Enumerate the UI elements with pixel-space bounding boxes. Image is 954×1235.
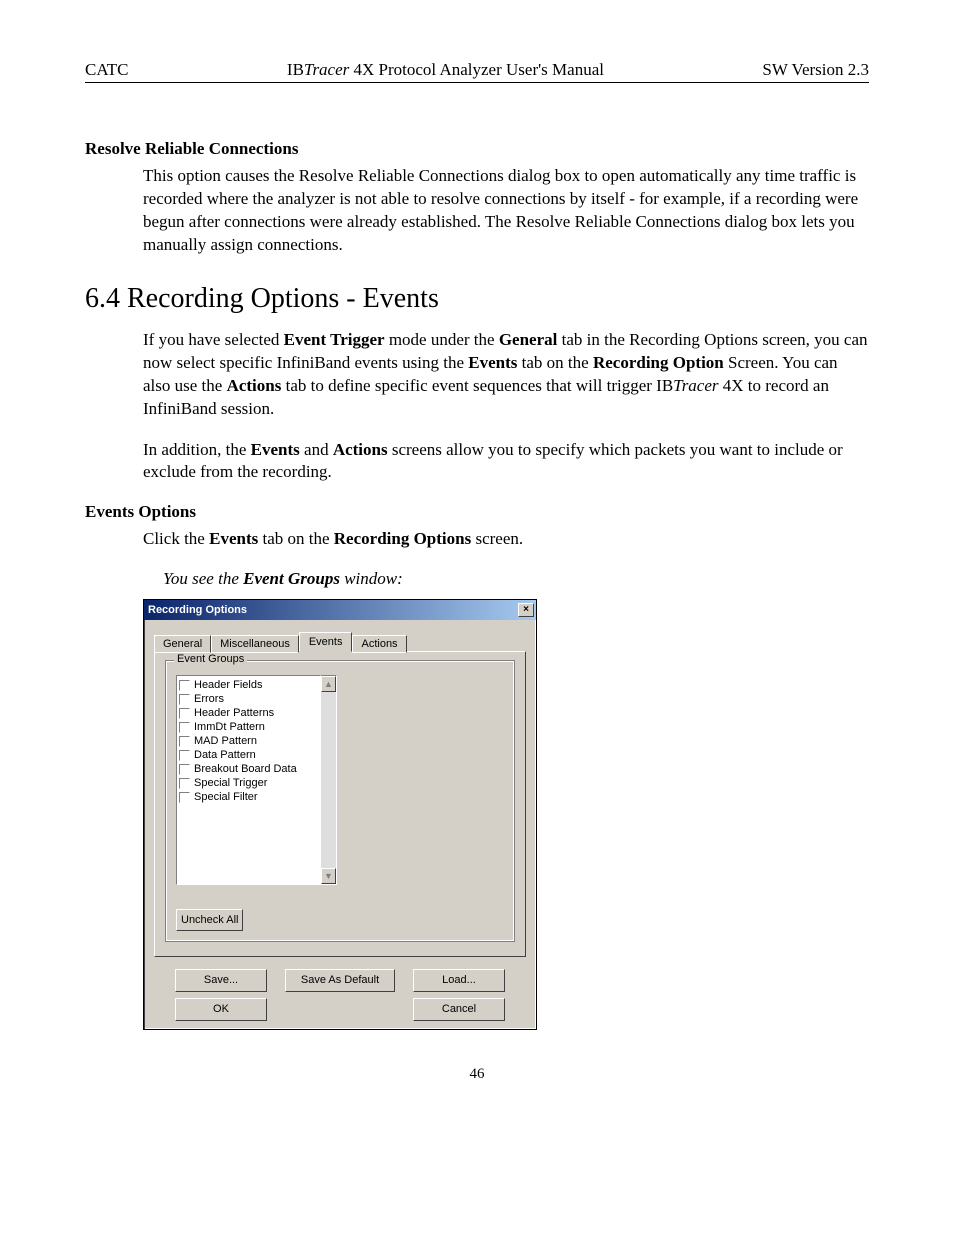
triangle-up-icon: ▲ — [324, 679, 333, 689]
header-center: IBTracer 4X Protocol Analyzer User's Man… — [287, 60, 604, 80]
list-item[interactable]: Errors — [179, 692, 318, 706]
list-item-label: Data Pattern — [194, 749, 256, 761]
close-icon: × — [523, 604, 529, 615]
triangle-down-icon: ▼ — [324, 871, 333, 881]
list-item-label: ImmDt Pattern — [194, 721, 265, 733]
scroll-down-button[interactable]: ▼ — [321, 868, 336, 884]
uncheck-all-button[interactable]: Uncheck All — [176, 909, 243, 931]
page-number: 46 — [85, 1066, 869, 1083]
tab-general[interactable]: General — [154, 635, 211, 653]
checkbox[interactable] — [179, 764, 190, 775]
list-item[interactable]: Header Fields — [179, 678, 318, 692]
checkbox[interactable] — [179, 792, 190, 803]
header-right: SW Version 2.3 — [762, 60, 869, 80]
list-item[interactable]: MAD Pattern — [179, 734, 318, 748]
event-groups-list[interactable]: Header Fields Errors Header Patterns Imm… — [176, 675, 321, 885]
rrc-body: This option causes the Resolve Reliable … — [143, 165, 869, 257]
save-button[interactable]: Save... — [175, 969, 267, 992]
checkbox[interactable] — [179, 708, 190, 719]
section-title-rrc: Resolve Reliable Connections — [85, 139, 869, 159]
scroll-up-button[interactable]: ▲ — [321, 676, 336, 692]
events-caption: You see the Event Groups window: — [163, 569, 869, 589]
scroll-track[interactable] — [321, 692, 336, 868]
list-item-label: MAD Pattern — [194, 735, 257, 747]
p64-b: In addition, the Events and Actions scre… — [143, 439, 869, 485]
close-button[interactable]: × — [518, 603, 534, 617]
tab-page-events: Event Groups Header Fields Errors Header… — [154, 651, 526, 957]
dialog-title: Recording Options — [148, 604, 247, 616]
list-item-label: Special Filter — [194, 791, 258, 803]
recording-options-dialog: Recording Options × General Miscellaneou… — [143, 599, 537, 1030]
list-item[interactable]: Special Filter — [179, 790, 318, 804]
header-left: CATC — [85, 60, 128, 80]
tab-events[interactable]: Events — [299, 632, 353, 652]
checkbox[interactable] — [179, 722, 190, 733]
events-options-body: Click the Events tab on the Recording Op… — [143, 528, 869, 551]
running-header: CATC IBTracer 4X Protocol Analyzer User'… — [85, 60, 869, 83]
event-groups-box: Event Groups Header Fields Errors Header… — [165, 660, 515, 942]
save-as-default-button[interactable]: Save As Default — [285, 969, 395, 992]
heading-6-4: 6.4 Recording Options - Events — [85, 283, 869, 315]
dialog-titlebar[interactable]: Recording Options × — [144, 600, 536, 620]
tab-actions[interactable]: Actions — [352, 635, 406, 653]
list-item-label: Special Trigger — [194, 777, 267, 789]
list-item[interactable]: Special Trigger — [179, 776, 318, 790]
list-item-label: Breakout Board Data — [194, 763, 297, 775]
cancel-button[interactable]: Cancel — [413, 998, 505, 1021]
tab-strip: General Miscellaneous Events Actions — [154, 632, 526, 652]
list-item-label: Header Patterns — [194, 707, 274, 719]
list-item-label: Errors — [194, 693, 224, 705]
list-item[interactable]: Data Pattern — [179, 748, 318, 762]
checkbox[interactable] — [179, 680, 190, 691]
list-item[interactable]: Header Patterns — [179, 706, 318, 720]
section-title-events-options: Events Options — [85, 502, 869, 522]
tab-miscellaneous[interactable]: Miscellaneous — [211, 635, 299, 653]
checkbox[interactable] — [179, 694, 190, 705]
group-legend: Event Groups — [174, 653, 247, 665]
list-scrollbar[interactable]: ▲ ▼ — [321, 675, 337, 885]
checkbox[interactable] — [179, 736, 190, 747]
list-item-label: Header Fields — [194, 679, 262, 691]
list-item[interactable]: Breakout Board Data — [179, 762, 318, 776]
list-item[interactable]: ImmDt Pattern — [179, 720, 318, 734]
dialog-button-row: Save... OK Save As Default Load... Cance… — [154, 969, 526, 1021]
checkbox[interactable] — [179, 750, 190, 761]
checkbox[interactable] — [179, 778, 190, 789]
ok-button[interactable]: OK — [175, 998, 267, 1021]
load-button[interactable]: Load... — [413, 969, 505, 992]
p64-a: If you have selected Event Trigger mode … — [143, 329, 869, 421]
